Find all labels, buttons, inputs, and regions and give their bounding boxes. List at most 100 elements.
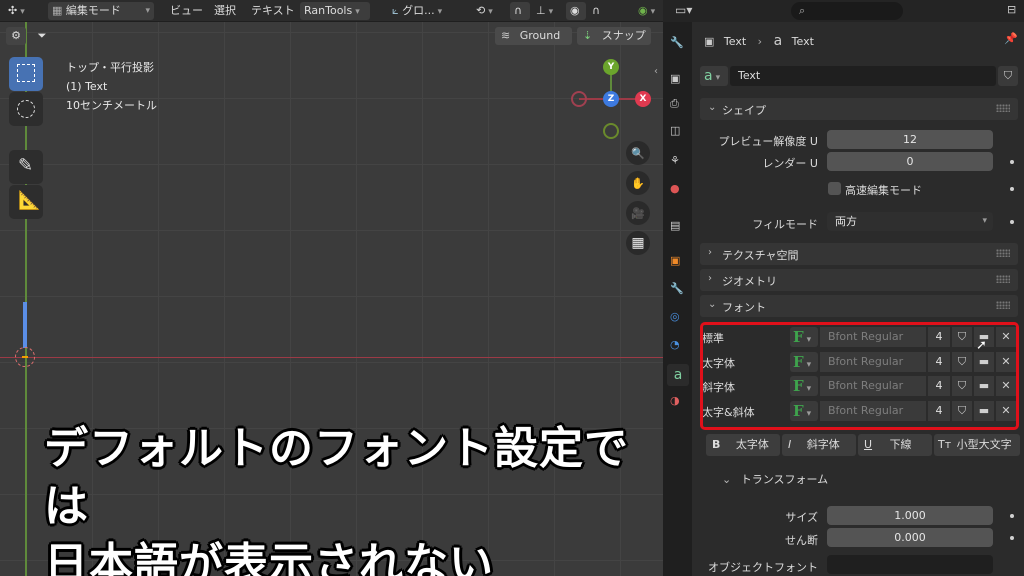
preview-resolution-label: プレビュー解像度 U xyxy=(718,135,818,148)
sidebar-toggle-icon[interactable]: ‹ xyxy=(654,66,658,77)
object-tab-icon[interactable]: ▣ xyxy=(670,254,686,270)
datablock-name-field[interactable]: Text xyxy=(730,66,996,86)
panel-font-header[interactable]: ⌄ フォント xyxy=(700,295,1018,317)
cursor-tool[interactable] xyxy=(9,92,43,126)
keyframe-dot[interactable] xyxy=(1010,160,1014,164)
smallcaps-icon: Tт xyxy=(938,438,952,451)
select-box-icon xyxy=(17,64,35,82)
physics-tab-icon[interactable]: ◔ xyxy=(670,338,686,354)
object-name: (1) Text xyxy=(66,80,108,93)
drag-grip-icon[interactable] xyxy=(996,249,1010,257)
zoom-button[interactable]: 🔍 xyxy=(626,141,650,165)
underline-toggle-button[interactable]: U 下線 xyxy=(858,434,932,456)
3d-viewport[interactable]: ⚙ ⏷ ≋ Ground ⇣ スナップ ✎ 📐 トップ・平行投影 (1) Tex… xyxy=(0,22,663,576)
highlight-box xyxy=(700,322,1019,430)
pivot-icon: ⟲ xyxy=(476,4,486,17)
pin-icon[interactable]: 📌 xyxy=(1004,32,1018,45)
proportional-edit-toggle[interactable]: ◉ xyxy=(566,2,586,20)
panel-transform-header[interactable]: ⌄ トランスフォーム xyxy=(722,471,828,487)
render-tab-icon[interactable]: ▣ xyxy=(670,72,686,88)
chevron-down-icon: ⌄ xyxy=(708,102,717,113)
pivot-point-button[interactable]: ⟲ ▾ xyxy=(472,2,497,20)
camera-view-button[interactable]: 🎥 xyxy=(626,201,650,225)
preview-resolution-field[interactable]: 12 xyxy=(827,130,993,149)
annotate-tool[interactable]: ✎ xyxy=(9,150,43,184)
shear-field[interactable]: 0.000 xyxy=(827,528,993,547)
object-font-field[interactable] xyxy=(827,555,993,574)
keyframe-dot[interactable] xyxy=(1010,536,1014,540)
bold-toggle-button[interactable]: B 太字体 xyxy=(706,434,780,456)
datablock-browse-button[interactable]: a ▾ xyxy=(700,66,728,86)
drag-grip-icon[interactable] xyxy=(996,301,1010,309)
drag-grip-icon[interactable] xyxy=(996,275,1010,283)
viewport-header: ✣ ▾ ▦ 編集モード ▾ ビュー 選択 テキスト RanTools ▾ ⟀ グロ..… xyxy=(0,0,663,22)
view-layer-tab-icon[interactable]: ◫ xyxy=(670,124,686,140)
fast-edit-checkbox[interactable] xyxy=(828,182,841,195)
smallcaps-toggle-button[interactable]: Tт 小型大文字 xyxy=(934,434,1020,456)
breadcrumb: ▣ Text › a Text xyxy=(704,33,814,49)
rantools-menu[interactable]: RanTools ▾ xyxy=(300,2,370,20)
modifier-tab-icon[interactable]: 🔧 xyxy=(670,282,686,298)
fake-user-button[interactable]: ⛉ xyxy=(998,66,1018,86)
panel-texture-space-header[interactable]: › テクスチャ空間 xyxy=(700,243,1018,265)
search-icon: ⌕ xyxy=(799,4,806,17)
breadcrumb-data: Text xyxy=(791,35,814,48)
filter-button[interactable]: ⏷ xyxy=(32,27,52,45)
visibility-button[interactable]: ◉ ▾ xyxy=(634,2,659,20)
collection-tab-icon[interactable]: ▤ xyxy=(670,219,686,235)
world-tab-icon[interactable]: ● xyxy=(670,182,686,198)
tool-settings-button[interactable]: ⚙ xyxy=(6,27,26,45)
transform-orientation-select[interactable]: ⟀ グロ... ▾ xyxy=(388,2,466,20)
properties-editor-icon[interactable]: ▭▾ xyxy=(675,3,692,17)
material-tab-icon[interactable]: ◑ xyxy=(670,394,686,410)
panel-shape-header[interactable]: ⌄ シェイプ xyxy=(700,98,1018,120)
menu-text[interactable]: テキスト xyxy=(247,2,299,20)
smallcaps-label: 小型大文字 xyxy=(956,438,1012,451)
filter-icon: ⏷ xyxy=(37,29,47,42)
pan-button[interactable]: ✋ xyxy=(626,171,650,195)
select-box-tool[interactable] xyxy=(9,57,43,91)
ground-label: Ground xyxy=(519,29,561,42)
snap-down-icon: ⇣ xyxy=(583,29,593,42)
panel-geometry-header[interactable]: › ジオメトリ xyxy=(700,269,1018,291)
text-data-tab-icon[interactable]: a xyxy=(667,364,689,386)
falloff-button[interactable]: ∩ xyxy=(588,2,604,20)
fast-edit-label: 高速編集モード xyxy=(845,184,922,197)
breadcrumb-separator-icon: › xyxy=(757,35,763,48)
editor-type-button[interactable]: ✣ ▾ xyxy=(4,2,29,20)
output-tab-icon[interactable]: ⎙ xyxy=(670,97,686,113)
keyframe-dot[interactable] xyxy=(1010,220,1014,224)
snap-target-button[interactable]: ⊥ ▾ xyxy=(532,2,557,20)
object-icon: ▣ xyxy=(704,35,715,48)
fill-mode-select[interactable]: 両方 ▾ xyxy=(827,212,993,231)
snap-button[interactable]: ⇣ スナップ xyxy=(577,27,651,45)
measure-tool[interactable]: 📐 xyxy=(9,185,43,219)
gizmo-y-icon[interactable]: Y xyxy=(603,59,619,75)
render-resolution-field[interactable]: 0 xyxy=(827,152,993,171)
properties-search-input[interactable]: ⌕ xyxy=(791,2,903,20)
mode-select[interactable]: ▦ 編集モード ▾ xyxy=(48,2,154,20)
keyframe-dot[interactable] xyxy=(1010,514,1014,518)
menu-select[interactable]: 選択 xyxy=(210,2,240,20)
gizmo-z-icon[interactable]: Z xyxy=(603,91,619,107)
tool-tab-icon[interactable]: 🔧 xyxy=(670,36,686,52)
snap-toggle[interactable]: ∩ xyxy=(510,2,530,20)
options-icon[interactable]: ⊟ xyxy=(1007,3,1016,16)
keyframe-dot[interactable] xyxy=(1010,187,1014,191)
italic-label: 斜字体 xyxy=(806,438,840,451)
scene-tab-icon[interactable]: ⚘ xyxy=(670,154,686,170)
text-data-icon: a xyxy=(704,68,713,84)
gizmo-x-label: X xyxy=(639,94,647,104)
gizmo-neg-x-icon[interactable] xyxy=(571,91,587,107)
menu-view[interactable]: ビュー xyxy=(166,2,207,20)
italic-toggle-button[interactable]: I 斜字体 xyxy=(782,434,856,456)
gizmo-neg-y-icon[interactable] xyxy=(603,123,619,139)
ground-button[interactable]: ≋ Ground xyxy=(495,27,572,45)
ortho-toggle-button[interactable]: ▦ xyxy=(626,231,650,255)
drag-grip-icon[interactable] xyxy=(996,104,1010,112)
particles-tab-icon[interactable]: ◎ xyxy=(670,310,686,326)
object-font-label: オブジェクトフォント xyxy=(708,561,818,574)
bold-label: 太字体 xyxy=(735,438,769,451)
size-field[interactable]: 1.000 xyxy=(827,506,993,525)
gizmo-x-icon[interactable]: X xyxy=(635,91,651,107)
